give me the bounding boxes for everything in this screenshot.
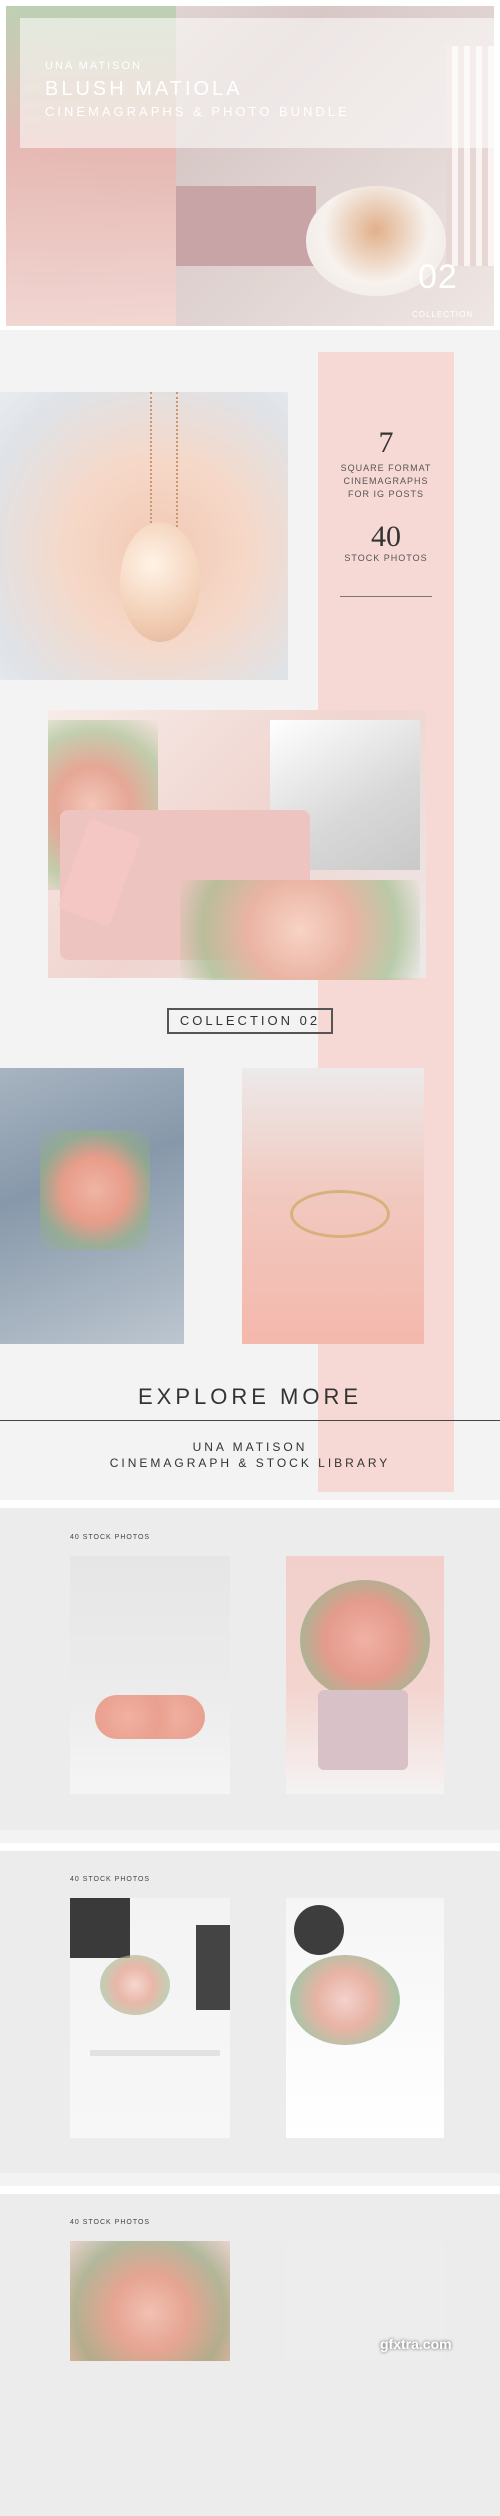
panel-label-3: 40 STOCK PHOTOS [70,2219,151,2226]
ring-image [290,1190,390,1238]
product-title: BLUSH MATIOLA [45,78,243,100]
watermark: gfxtra.com [380,2336,452,2352]
notebook-image [176,186,316,266]
flowers-image [70,2241,230,2361]
cinemagraph-text-line1: SQUARE FORMAT [340,463,432,473]
photo-count-text: STOCK PHOTOS [344,553,428,563]
necklace-chain [150,392,178,527]
flowers-right-image [180,880,420,980]
sunglasses-image [95,1695,205,1739]
panel-label-1: 40 STOCK PHOTOS [70,1534,151,1541]
library-line1: UNA MATISON [192,1440,308,1454]
collection-number: 02 [418,258,458,296]
pocket-flowers-image [40,1130,150,1250]
divider-line [0,1420,500,1421]
white-flowers-image [290,1955,400,2045]
product-subtitle: CINEMAGRAPHS & PHOTO BUNDLE [45,104,350,119]
divider [340,596,432,597]
cinemagraph-text-line3: FOR IG POSTS [347,489,424,499]
collection-label: COLLECTION [412,310,474,319]
collection-badge: COLLECTION 02 [167,1008,333,1034]
bouquet-image [300,1580,430,1700]
desk-flowers-image [100,1955,170,2015]
monitor-image [196,1925,230,2010]
desk-image [90,2050,220,2056]
photo-count: 40 [371,520,401,553]
speaker-image [294,1905,344,1955]
explore-heading[interactable]: EXPLORE MORE [0,1384,500,1410]
pendant-image [120,522,200,642]
cinemagraph-count: 7 [378,426,394,459]
bag-image [318,1690,408,1770]
brand-name: UNA MATISON [45,60,142,72]
library-line2: CINEMAGRAPH & STOCK LIBRARY [109,1456,391,1470]
hero-section: UNA MATISON BLUSH MATIOLA CINEMAGRAPHS &… [0,0,500,330]
sunglasses-photo[interactable] [70,1556,230,1794]
panel-label-2: 40 STOCK PHOTOS [70,1876,151,1883]
cinemagraph-text-line2: CINEMAGRAPHS [343,476,429,486]
frame-image [70,1898,130,1958]
